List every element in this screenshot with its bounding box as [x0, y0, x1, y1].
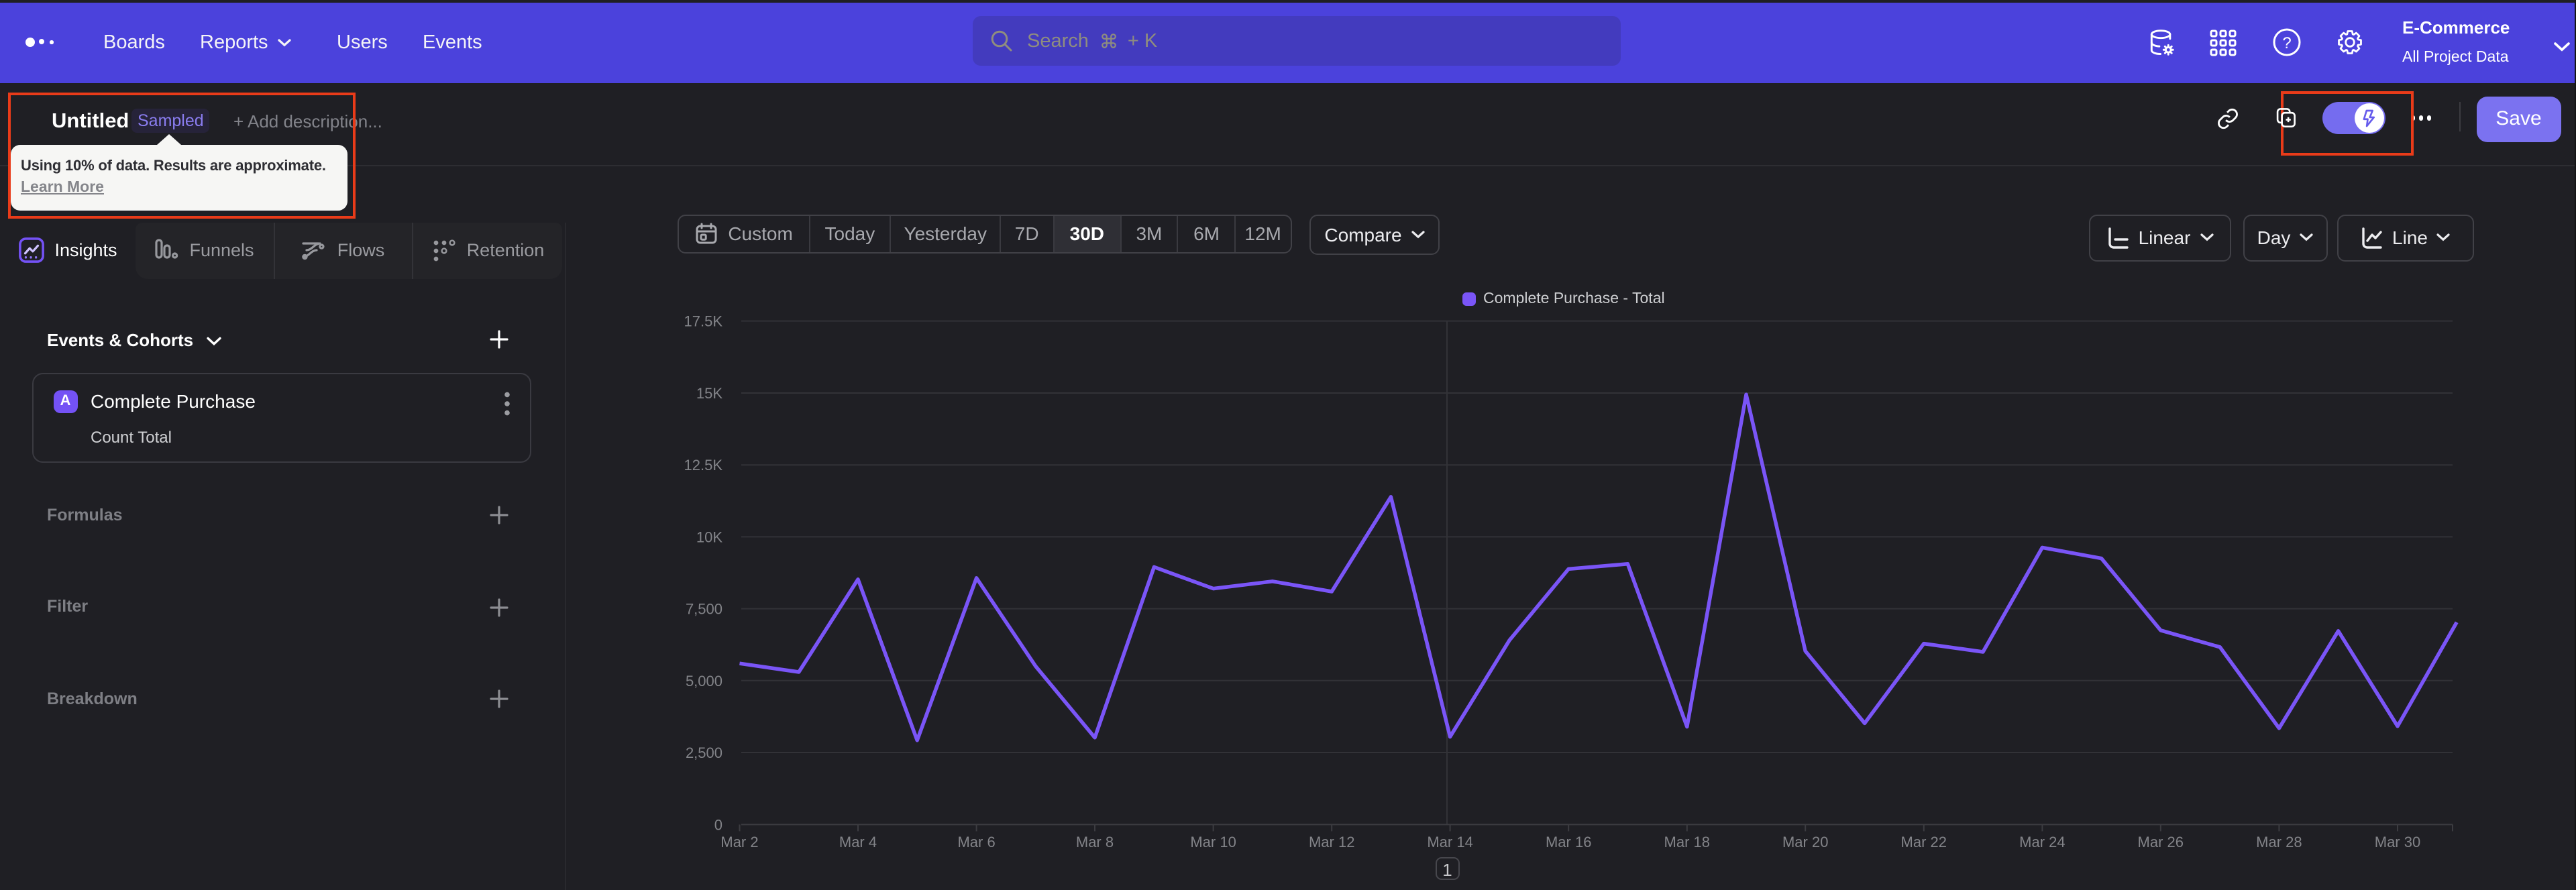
- svg-text:Mar 16: Mar 16: [1546, 834, 1591, 850]
- svg-text:Mar 28: Mar 28: [2256, 834, 2302, 850]
- svg-text:?: ?: [2282, 35, 2291, 53]
- svg-text:Mar 30: Mar 30: [2375, 834, 2420, 850]
- svg-text:10K: 10K: [696, 529, 722, 545]
- svg-text:Mar 10: Mar 10: [1190, 834, 1236, 850]
- svg-text:Mar 18: Mar 18: [1664, 834, 1710, 850]
- svg-text:Mar 24: Mar 24: [2019, 834, 2065, 850]
- svg-text:12.5K: 12.5K: [684, 457, 723, 474]
- svg-text:7,500: 7,500: [686, 601, 722, 618]
- svg-text:Mar 2: Mar 2: [720, 834, 758, 850]
- svg-text:17.5K: 17.5K: [684, 313, 723, 330]
- svg-text:Mar 14: Mar 14: [1427, 834, 1472, 850]
- svg-text:Mar 22: Mar 22: [1901, 834, 1947, 850]
- svg-text:15K: 15K: [696, 385, 722, 402]
- svg-text:Mar 12: Mar 12: [1309, 834, 1354, 850]
- svg-text:Mar 8: Mar 8: [1076, 834, 1114, 850]
- svg-text:Mar 26: Mar 26: [2138, 834, 2184, 850]
- svg-text:Mar 4: Mar 4: [839, 834, 877, 850]
- svg-text:Mar 6: Mar 6: [957, 834, 995, 850]
- svg-text:5,000: 5,000: [686, 673, 722, 689]
- svg-text:0: 0: [714, 816, 722, 833]
- svg-text:Mar 20: Mar 20: [1782, 834, 1828, 850]
- svg-text:2,500: 2,500: [686, 744, 722, 761]
